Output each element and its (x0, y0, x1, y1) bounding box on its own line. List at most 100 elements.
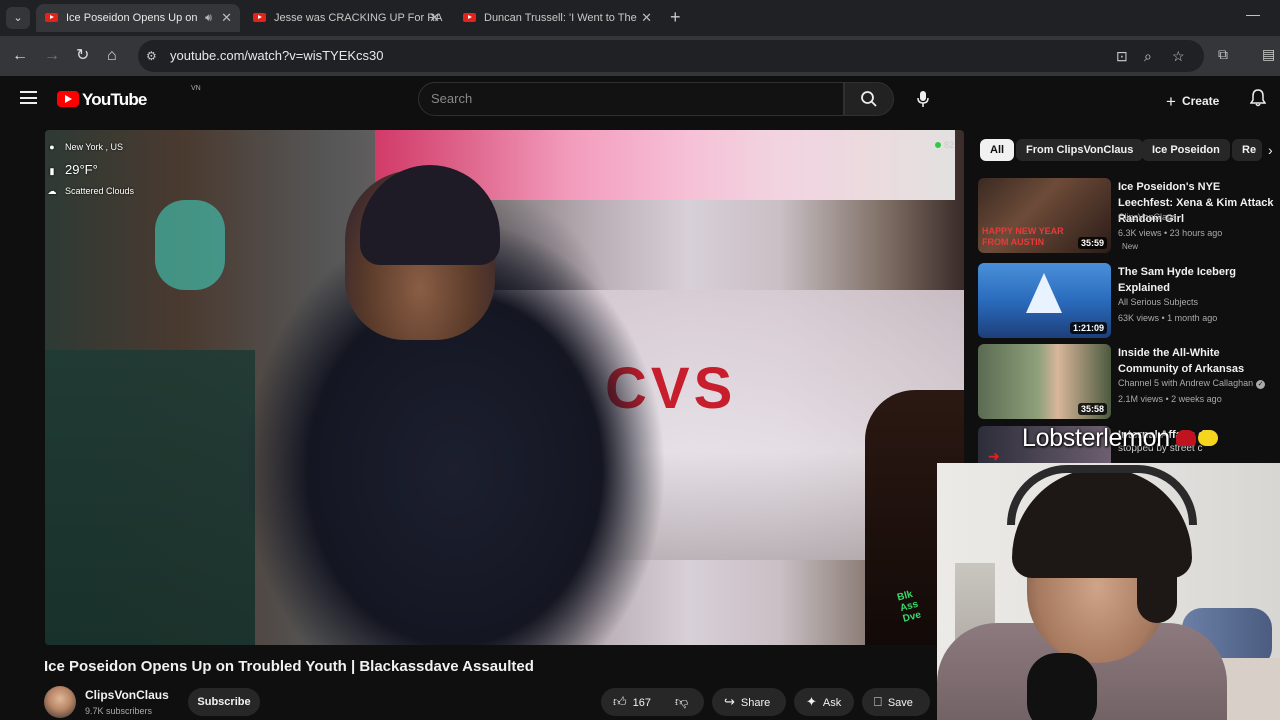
webcam-overlay (937, 463, 1280, 720)
youtube-header: YouTube VN Search + Create (0, 76, 1280, 122)
video-player[interactable]: CVS Blk Ass Dve ● New York , US ▮ 29°F° ☁ Sca… (45, 130, 964, 645)
recommendation-item[interactable]: 1:21:09 The Sam Hyde Iceberg Explained A… (978, 263, 1278, 341)
arrow-icon: ➜ (988, 448, 1000, 463)
duration-badge: 35:59 (1077, 237, 1107, 249)
thumbs-down-icon: 👎︎ (675, 694, 689, 709)
subway-entrance (45, 350, 255, 645)
verified-check-icon: ✓ (1256, 380, 1266, 389)
sidebar-icon[interactable]: ▤ (1262, 46, 1275, 63)
country-code: VN (191, 85, 201, 92)
like-dislike-group: 👍︎ 167 👎︎ (601, 688, 704, 716)
search-input[interactable]: Search (418, 82, 844, 116)
iceberg-graphic (1026, 273, 1062, 313)
chip-related[interactable]: Re (1232, 139, 1262, 161)
subscriber-count: 9.7K subscribers (85, 706, 153, 716)
close-tab-icon[interactable]: ✕ (221, 4, 232, 32)
menu-icon[interactable] (20, 91, 37, 104)
youtube-play-icon (57, 91, 79, 107)
streamer-name-overlay: Lobsterlemon (1022, 424, 1218, 453)
recommendation-channel[interactable]: ClipsVonClaus (1118, 212, 1177, 222)
subscribe-button[interactable]: Subscribe (188, 688, 260, 716)
youtube-favicon-icon (463, 13, 476, 22)
url-text[interactable]: youtube.com/watch?v=wisTYEKcs30 (170, 48, 384, 63)
recommendation-title[interactable]: The Sam Hyde Iceberg Explained (1118, 264, 1278, 296)
microphone (1027, 653, 1097, 720)
close-tab-icon[interactable]: ✕ (429, 4, 440, 32)
microphone-icon[interactable] (914, 90, 932, 108)
headset (1007, 465, 1197, 525)
thermometer-icon: ▮ (49, 166, 55, 176)
lemon-emoji-icon (1197, 430, 1218, 446)
tab-title: Duncan Trussell: 'I Went to The (484, 12, 637, 24)
browser-tab-1[interactable]: Ice Poseidon Opens Up on 🔊︎ ✕ (36, 4, 240, 32)
duration-badge: 1:21:09 (1069, 322, 1107, 334)
tab-title: Jesse was CRACKING UP For RA (274, 12, 443, 24)
channel-name[interactable]: ClipsVonClaus (85, 688, 169, 702)
recommendation-meta: 6.3K views • 23 hours ago (1118, 228, 1223, 238)
plus-icon: + (1166, 92, 1176, 111)
create-button[interactable]: + Create (1166, 90, 1219, 111)
streamer-hair-side (1137, 533, 1177, 623)
search-placeholder: Search (431, 91, 473, 106)
close-tab-icon[interactable]: ✕ (641, 4, 652, 32)
ask-button[interactable]: ✦ Ask (794, 688, 854, 716)
viewer-count: 82 (934, 140, 954, 150)
notifications-bell-icon[interactable] (1249, 89, 1267, 112)
chevron-right-icon[interactable]: › (1268, 142, 1273, 158)
dislike-button[interactable]: 👎︎ (671, 688, 704, 716)
back-icon[interactable]: ← (12, 46, 28, 66)
chip-ice-poseidon[interactable]: Ice Poseidon (1142, 139, 1230, 161)
recommendation-channel[interactable]: All Serious Subjects (1118, 297, 1198, 307)
tab-title: Ice Poseidon Opens Up on (66, 12, 198, 24)
channel-avatar[interactable] (44, 686, 76, 718)
weather-condition: Scattered Clouds (65, 186, 135, 196)
video-title: Ice Poseidon Opens Up on Troubled Youth … (44, 658, 534, 675)
browser-tab-3[interactable]: Duncan Trussell: 'I Went to The ✕ (454, 4, 660, 32)
thumbnail-text: HAPPY NEW YEAR FROM AUSTIN (982, 226, 1064, 247)
video-thumbnail[interactable]: HAPPY NEW YEAR FROM AUSTIN 35:59 (978, 178, 1111, 253)
install-app-icon[interactable]: ⊡ (1116, 48, 1128, 65)
recommendation-meta: 63K views • 1 month ago (1118, 313, 1218, 323)
home-icon[interactable]: ⌂ (107, 46, 117, 66)
recommendation-item[interactable]: 35:58 Inside the All-White Community of … (978, 344, 1278, 422)
recommendation-title[interactable]: Inside the All-White Community of Arkans… (1118, 345, 1278, 377)
bookmark-icon: ⎕ (874, 694, 882, 709)
share-button[interactable]: ↪ Share (712, 688, 786, 716)
extensions-icon[interactable]: ⧉ (1218, 46, 1228, 63)
cloud-icon: ☁ (47, 186, 57, 196)
browser-tab-2[interactable]: Jesse was CRACKING UP For RA ✕ (244, 4, 448, 32)
chip-from-channel[interactable]: From ClipsVonClaus (1016, 139, 1144, 161)
live-indicator-icon (934, 142, 941, 148)
forward-icon[interactable]: → (44, 46, 60, 66)
like-count: 167 (632, 697, 651, 709)
weather-temperature: 29°F° (65, 162, 98, 177)
save-button[interactable]: ⎕ Save (862, 688, 930, 716)
search-icon (861, 91, 877, 107)
new-badge: New (1122, 242, 1139, 251)
bookmark-star-icon[interactable]: ☆ (1172, 48, 1185, 65)
youtube-favicon-icon (253, 13, 266, 22)
like-button[interactable]: 👍︎ 167 (601, 688, 665, 716)
zoom-icon[interactable]: ⌕ (1144, 48, 1152, 65)
video-thumbnail[interactable]: 1:21:09 (978, 263, 1111, 338)
address-bar[interactable]: ⚙︎ youtube.com/watch?v=wisTYEKcs30 ⊡ ⌕ ☆ (138, 40, 1204, 72)
youtube-favicon-icon (45, 13, 58, 22)
weather-location: New York , US (65, 142, 124, 152)
tab-search-icon[interactable]: ⌄ (6, 7, 30, 29)
green-light (155, 200, 225, 290)
chip-all[interactable]: All (980, 139, 1015, 161)
browser-tab-bar: ⌄ Ice Poseidon Opens Up on 🔊︎ ✕ Jesse wa… (0, 0, 1280, 36)
thumbs-up-icon: 👍︎ (613, 694, 627, 709)
search-button[interactable] (844, 82, 894, 116)
site-info-icon[interactable]: ⚙︎ (146, 49, 160, 63)
speaker-icon[interactable]: 🔊︎ (205, 4, 212, 32)
minimize-window-icon[interactable]: — (1246, 6, 1260, 22)
reload-icon[interactable]: ↻ (76, 46, 89, 66)
recommendation-item[interactable]: HAPPY NEW YEAR FROM AUSTIN 35:59 Ice Pose… (978, 178, 1278, 256)
recommendation-channel[interactable]: Channel 5 with Andrew Callaghan ✓ (1118, 378, 1266, 389)
recommendation-meta: 2.1M views • 2 weeks ago (1118, 394, 1222, 404)
video-thumbnail[interactable]: 35:58 (978, 344, 1111, 419)
lobster-emoji-icon (1175, 430, 1196, 446)
new-tab-icon[interactable]: + (670, 7, 681, 27)
sparkle-icon: ✦ (806, 694, 817, 709)
